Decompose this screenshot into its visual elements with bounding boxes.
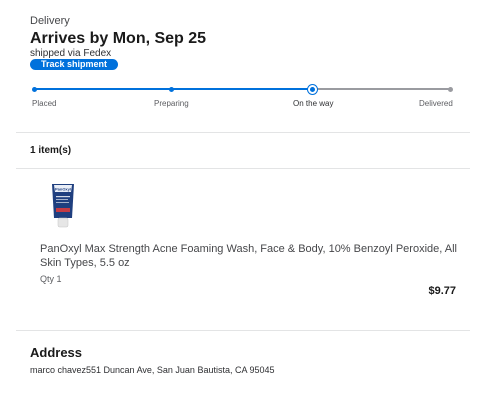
items-count: 1 item(s): [30, 145, 72, 156]
arrival-date: Arrives by Mon, Sep 25: [30, 30, 207, 47]
address-line: marco chavez551 Duncan Ave, San Juan Bau…: [30, 365, 275, 375]
divider: [16, 168, 470, 169]
step-dot-delivered: [448, 86, 453, 92]
progress-line-complete: [34, 88, 314, 90]
shipment-progress: Placed Preparing On the way Delivered: [30, 82, 454, 112]
step-label-on-the-way: On the way: [293, 99, 334, 108]
step-label-preparing: Preparing: [154, 99, 189, 108]
product-tube-image[interactable]: PanOxyl: [48, 182, 78, 230]
delivery-label: Delivery: [30, 15, 70, 27]
divider: [16, 330, 470, 331]
step-dot-preparing: [169, 86, 174, 92]
product-brand-text: PanOxyl: [55, 187, 71, 192]
step-label-delivered: Delivered: [419, 99, 453, 108]
product-price: $9.77: [428, 285, 456, 297]
carrier-text: shipped via Fedex: [30, 48, 112, 59]
progress-line-pending: [314, 88, 450, 90]
step-dot-on-the-way: [308, 84, 317, 94]
product-name[interactable]: PanOxyl Max Strength Acne Foaming Wash, …: [40, 242, 470, 270]
step-label-placed: Placed: [32, 99, 57, 108]
track-shipment-button[interactable]: Track shipment: [30, 59, 118, 70]
address-title: Address: [30, 345, 83, 360]
product-quantity: Qty 1: [40, 274, 62, 284]
divider: [16, 132, 470, 133]
step-dot-placed: [32, 86, 37, 92]
product-image-graphic: PanOxyl: [52, 184, 74, 228]
